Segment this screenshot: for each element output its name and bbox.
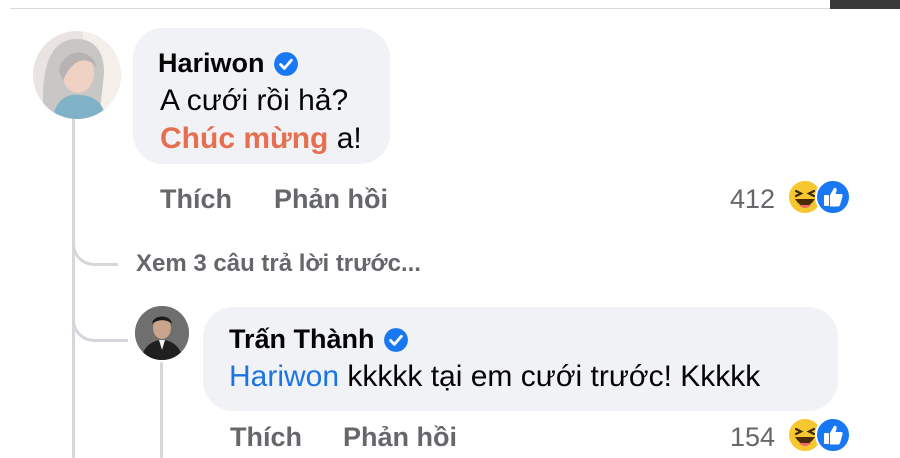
author-name[interactable]: Trấn Thành [229,324,375,355]
like-link[interactable]: Thích [230,422,302,453]
thread-line [72,118,75,458]
comment-text: A cưới rồi hả? [160,84,349,117]
reaction-count[interactable]: 154 [730,422,775,453]
reply-link[interactable]: Phản hồi [343,422,457,453]
reaction-count[interactable]: 412 [730,184,775,215]
avatar-hariwon[interactable] [33,31,121,119]
reactions[interactable] [786,178,852,216]
thread-connector [72,226,118,266]
reply-text-rest: kkkkk tại em cưới trước! Kkkkk [339,360,761,393]
comment-author[interactable]: Hariwon [158,48,299,79]
avatar-tran-thanh[interactable] [135,306,189,360]
reply-author[interactable]: Trấn Thành [229,324,409,355]
like-icon [815,179,851,215]
comment-text-rest: a! [328,122,362,155]
avatar-photo-icon [135,306,189,360]
comment-text-line2: Chúc mừng a! [160,122,362,156]
thread-connector-reply [72,296,128,342]
author-name[interactable]: Hariwon [158,48,265,79]
verified-badge-icon [273,51,298,76]
view-previous-replies-link[interactable]: Xem 3 câu trả lời trước... [136,250,421,278]
highlighted-text: Chúc mừng [160,122,329,155]
top-corner-overlay [830,0,900,9]
top-divider [10,8,830,9]
reply-thread-line [160,362,163,458]
reply-bubble [203,307,838,411]
mention-link[interactable]: Hariwon [229,360,339,393]
avatar-photo-icon [33,31,121,119]
verified-badge-icon [383,327,408,352]
reply-text: Hariwon kkkkk tại em cưới trước! Kkkkk [229,360,760,394]
reactions[interactable] [786,416,852,454]
like-icon [815,417,851,453]
reply-link[interactable]: Phản hồi [274,184,388,215]
like-link[interactable]: Thích [160,184,232,215]
